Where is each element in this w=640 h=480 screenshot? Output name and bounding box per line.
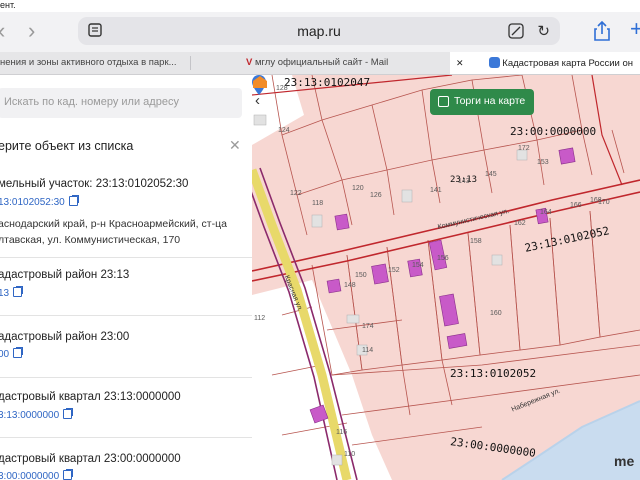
tab-3[interactable]: ✕ Кадастровая карта России он [450,52,640,74]
parcel-number: 145 [485,171,497,178]
item-link-text: 3:13:0000000 [0,410,60,421]
tab-1-label: нения и зоны активного отдыха в парк... [0,57,177,68]
new-tab-icon[interactable]: + [630,18,640,40]
item-title-quarter-2313[interactable]: дастровый квартал 23:13:0000000 [0,391,181,403]
parcel-number: 170 [598,199,610,206]
browser-toolbar: ‹ › map.ru ↻ + [0,12,640,52]
mail-logo-icon: V [246,57,253,68]
parcel-number: 156 [437,255,449,262]
parcel-number: 141 [430,187,442,194]
checkbox-icon[interactable] [438,96,449,107]
parcel-number: 112 [254,315,266,322]
tab-1[interactable]: нения и зоны активного отдыха в парк... [0,52,185,74]
parcel-number: 172 [518,145,530,152]
item-link-parcel[interactable]: 13:0102052:30 [0,196,78,208]
copy-icon[interactable] [13,348,23,358]
back-icon[interactable]: ‹ [0,20,5,42]
item-link-district-2300[interactable]: 00 [0,348,23,360]
parcel-number: 153 [537,159,549,166]
item-title-district-2300[interactable]: адастровый район 23:00 [0,331,129,343]
parcel-number: 166 [570,202,582,209]
item-address-line-1: аснодарский край, р-н Красноармейский, с… [0,218,227,230]
parcel-number: 164 [540,209,552,216]
tab-2[interactable]: V мглу официальный сайт - Mail [246,52,444,74]
share-icon[interactable] [592,20,612,42]
item-address-line-2: лтавская, ул. Коммунистическая, 170 [0,234,181,246]
copy-icon[interactable] [63,409,73,419]
parcel-number: 152 [388,267,400,274]
parcel-number: 120 [352,185,364,192]
brand-logo-icon [253,76,267,88]
parcel-number: 154 [412,262,424,269]
item-title-quarter-2300[interactable]: дастровый квартал 23:00:0000000 [0,453,181,465]
tab-bar: нения и зоны активного отдыха в парк... … [0,52,640,75]
map-label-center: 23:13:0102052 [450,367,537,380]
parcel-number: 114 [362,347,374,354]
item-link-text: 13 [0,288,10,299]
item-link-quarter-2300[interactable]: 3:00:0000000 [0,470,73,480]
map-label-right-upper: 23:00:0000000 [510,125,597,138]
auctions-label: Торги на карте [454,95,526,107]
item-link-quarter-2313[interactable]: 3:13:0000000 [0,409,73,421]
address-bar[interactable]: map.ru ↻ [78,17,560,45]
parcel-number: 162 [514,220,526,227]
parcel-number: 143 [458,178,470,185]
tab-2-label: мглу официальный сайт - Mail [254,57,389,68]
search-placeholder: Искать по кад. номеру или адресу [4,96,179,108]
tab-close-icon[interactable]: ✕ [450,52,464,74]
url-text: map.ru [297,23,341,39]
copy-icon[interactable] [13,287,23,297]
parcel-number: 174 [362,323,374,330]
parcel-number: 126 [370,192,382,199]
status-bar: ент. [0,0,640,12]
item-title-parcel[interactable]: мельный участок: 23:13:0102052:30 [0,178,188,190]
parcel-number: 150 [355,272,367,279]
close-icon[interactable]: ✕ [229,137,241,154]
parcel-number: 158 [470,238,482,245]
parcel-number: 148 [344,282,356,289]
reload-icon[interactable]: ↻ [537,22,550,40]
item-link-text: 13:0102052:30 [0,197,65,208]
text-size-icon[interactable] [508,23,524,39]
brand-text: me [614,453,635,469]
parcel-number: 160 [490,310,502,317]
parcel-number: 116 [336,429,348,436]
status-text: ент. [0,0,16,10]
map-label-top: 23:13:0102047 [284,76,371,89]
copy-icon[interactable] [68,196,78,206]
cadastral-map[interactable]: 23:13:0102047 23:00:0000000 23:13:010205… [252,75,640,480]
item-link-district-2313[interactable]: 13 [0,287,23,299]
item-link-text: 3:00:0000000 [0,471,60,480]
item-link-text: 00 [0,349,10,360]
parcel-number: 122 [290,190,302,197]
parcel-number: 110 [344,451,356,458]
forward-icon[interactable]: › [28,20,35,42]
tab-3-label: Кадастровая карта России он [502,58,633,69]
parcel-number: 118 [312,200,324,207]
auctions-toggle-button[interactable]: Торги на карте [430,89,534,115]
select-object-title: ерите объект из списка [0,139,134,153]
collapse-sidebar-icon[interactable]: ‹ [255,92,260,109]
sidebar: Искать по кад. номеру или адресу ерите о… [0,75,253,480]
copy-icon[interactable] [63,470,73,480]
parcel-number: 128 [276,85,288,92]
parcel-number: 124 [278,127,290,134]
search-input[interactable]: Искать по кад. номеру или адресу [0,88,242,118]
cadastre-logo-icon [488,57,500,68]
item-title-district-2313[interactable]: адастровый район 23:13 [0,269,129,281]
